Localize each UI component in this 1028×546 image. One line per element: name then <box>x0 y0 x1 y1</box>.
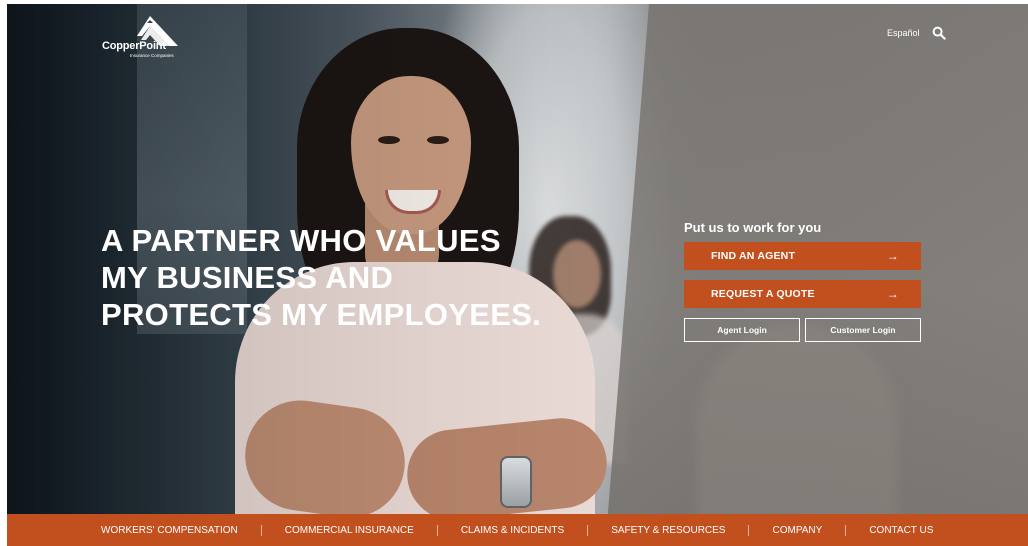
nav-divider <box>436 524 438 536</box>
nav-divider <box>587 524 589 536</box>
find-agent-button[interactable]: FIND AN AGENT → <box>684 242 921 270</box>
request-quote-button[interactable]: REQUEST A QUOTE → <box>684 280 921 308</box>
find-agent-label: FIND AN AGENT <box>711 250 796 262</box>
nav-item-safety-resources[interactable]: SAFETY & RESOURCES <box>611 525 725 536</box>
arrow-right-icon: → <box>886 287 899 301</box>
agent-login-button[interactable]: Agent Login <box>684 318 800 342</box>
request-quote-label: REQUEST A QUOTE <box>711 288 815 300</box>
nav-divider <box>748 524 750 536</box>
logo-tagline: Insurance Companies <box>130 53 174 58</box>
arrow-right-icon: → <box>886 249 899 263</box>
headline-line-2: MY BUSINESS AND <box>101 260 394 295</box>
cta-title: Put us to work for you <box>684 220 822 235</box>
headline-line-3: PROTECTS MY EMPLOYEES. <box>101 297 542 332</box>
copperpoint-logo[interactable]: CopperPoint Insurance Companies <box>102 16 192 62</box>
login-buttons: Agent Login Customer Login <box>684 318 921 342</box>
nav-item-contact-us[interactable]: CONTACT US <box>869 525 933 536</box>
customer-login-button[interactable]: Customer Login <box>805 318 921 342</box>
cta-block: Put us to work for you FIND AN AGENT → R… <box>684 220 921 342</box>
search-icon[interactable] <box>932 26 946 40</box>
page-frame: CopperPoint Insurance Companies Español … <box>7 4 1028 546</box>
main-nav-bar: WORKERS' COMPENSATION COMMERCIAL INSURAN… <box>7 514 1028 546</box>
utility-nav: Español <box>887 26 946 40</box>
hero-headline: A PARTNER WHO VALUES MY BUSINESS AND PRO… <box>101 222 571 333</box>
main-nav-items: WORKERS' COMPENSATION COMMERCIAL INSURAN… <box>101 514 933 546</box>
headline-line-1: A PARTNER WHO VALUES <box>101 223 501 258</box>
nav-item-commercial-insurance[interactable]: COMMERCIAL INSURANCE <box>285 525 414 536</box>
nav-item-workers-compensation[interactable]: WORKERS' COMPENSATION <box>101 525 238 536</box>
language-toggle-link[interactable]: Español <box>887 28 920 38</box>
nav-item-claims-incidents[interactable]: CLAIMS & INCIDENTS <box>461 525 564 536</box>
nav-divider <box>260 524 262 536</box>
nav-item-company[interactable]: COMPANY <box>772 525 822 536</box>
logo-wordmark: CopperPoint <box>102 40 166 52</box>
nav-divider <box>845 524 847 536</box>
